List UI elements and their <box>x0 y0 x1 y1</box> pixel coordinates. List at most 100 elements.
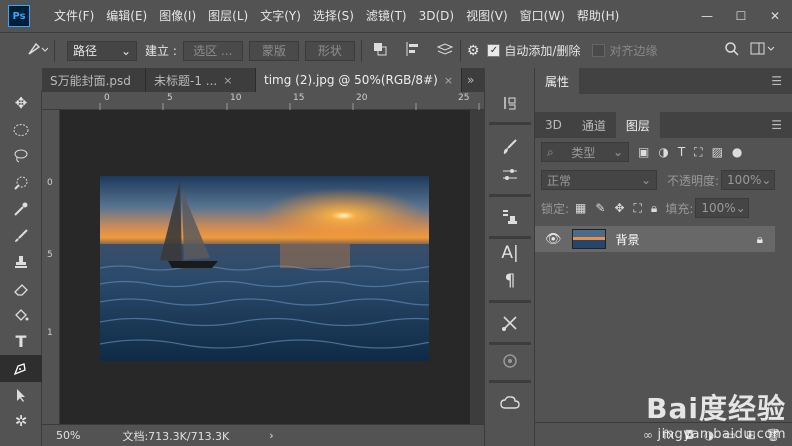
tab-properties[interactable]: 属性 <box>535 68 580 94</box>
shape-filter-icon[interactable]: ⛶ <box>694 145 702 160</box>
menu-view[interactable]: 视图(V) <box>460 0 514 32</box>
align-edges-checkbox[interactable] <box>592 44 606 57</box>
opacity-input[interactable]: 100% ⌄ <box>721 170 776 190</box>
character-icon[interactable]: A| <box>493 240 527 266</box>
lock-transparent-icon[interactable]: ▦ <box>575 201 586 215</box>
path-alignment-icon[interactable] <box>404 41 422 60</box>
make-selection-button[interactable]: 选区 ... <box>182 40 243 61</box>
close-icon[interactable]: × <box>444 74 453 87</box>
tool-presets-icon[interactable] <box>493 310 527 336</box>
ruler-tick-label: 1 <box>47 328 53 338</box>
tool-mode-select[interactable]: 路径 ⌄ <box>67 40 137 61</box>
creative-cloud-icon[interactable] <box>493 390 527 416</box>
menu-edit[interactable]: 编辑(E) <box>100 0 153 32</box>
lock-image-icon[interactable]: ✎ <box>595 201 605 215</box>
tab-timg-jpg[interactable]: timg (2).jpg @ 50%(RGB/8#) × <box>256 68 462 92</box>
zoom-level[interactable]: 50% <box>56 429 80 442</box>
menu-help[interactable]: 帮助(H) <box>571 0 625 32</box>
menu-3d[interactable]: 3D(D) <box>413 0 460 32</box>
tab-overflow-icon[interactable]: » <box>462 68 484 92</box>
photoshop-logo: Ps <box>8 5 30 27</box>
minimize-button[interactable]: — <box>690 0 724 32</box>
panel-menu-icon[interactable]: ☰ <box>771 74 782 88</box>
tab-cover-psd[interactable]: S万能封面.psd <box>42 68 146 92</box>
clone-source-icon[interactable] <box>493 204 527 230</box>
brush-settings-icon[interactable] <box>493 134 527 160</box>
clone-stamp-tool-icon[interactable] <box>0 249 42 276</box>
close-icon[interactable]: × <box>223 74 232 87</box>
eyedropper-tool-icon[interactable] <box>0 196 42 223</box>
auto-add-delete-checkbox[interactable]: ✓ <box>487 44 501 57</box>
fill-input[interactable]: 100% ⌄ <box>695 198 750 218</box>
panel-menu-icon[interactable]: ☰ <box>771 118 782 132</box>
status-menu-arrow[interactable]: › <box>269 429 273 442</box>
tab-3d[interactable]: 3D <box>535 112 572 138</box>
tab-channels[interactable]: 通道 <box>572 112 616 138</box>
menu-file[interactable]: 文件(F) <box>48 0 100 32</box>
horizontal-ruler: 0 5 10 15 20 25 <box>42 92 484 110</box>
filter-toggle-icon[interactable]: ● <box>732 145 742 159</box>
tab-layers[interactable]: 图层 <box>615 112 660 138</box>
tool-mode-value: 路径 <box>73 44 98 58</box>
trash-icon[interactable]: 🗑︎ <box>766 428 781 442</box>
type-tool-icon[interactable]: T <box>0 329 42 356</box>
new-group-icon[interactable]: ▭ <box>724 428 735 442</box>
path-selection-tool-icon[interactable] <box>0 382 42 409</box>
artboard-lock-icon[interactable]: ⛶ <box>634 201 642 216</box>
vertical-scrollbar[interactable] <box>470 110 484 424</box>
layer-name[interactable]: 背景 <box>616 231 640 248</box>
layer-row[interactable]: 👁︎ 背景 🔒︎ <box>535 226 775 252</box>
layer-style-icon[interactable]: fx <box>663 428 674 442</box>
lock-all-icon[interactable]: 🔒︎ <box>651 201 657 216</box>
sailboat-sunset-image[interactable] <box>100 176 429 361</box>
lock-icon: 🔒︎ <box>756 231 763 246</box>
marquee-tool-icon[interactable] <box>0 117 42 144</box>
search-icon[interactable] <box>724 41 740 60</box>
gear-icon[interactable]: ⚙ <box>467 43 480 59</box>
blend-mode-select[interactable]: 正常 ⌄ <box>541 170 657 190</box>
paragraph-icon[interactable]: ¶ <box>493 268 527 294</box>
make-shape-button[interactable]: 形状 <box>304 40 355 61</box>
align-edges-option[interactable]: 对齐边缘 <box>592 42 657 59</box>
path-arrangement-icon[interactable] <box>436 41 454 60</box>
link-layers-icon[interactable]: ∞ <box>643 428 653 442</box>
brush-tool-icon[interactable] <box>0 223 42 250</box>
menu-select[interactable]: 选择(S) <box>307 0 360 32</box>
quick-selection-tool-icon[interactable] <box>0 170 42 197</box>
eye-icon[interactable]: 👁︎ <box>545 232 562 247</box>
lasso-tool-icon[interactable] <box>0 143 42 170</box>
pen-tool-icon[interactable] <box>0 355 42 382</box>
paint-bucket-tool-icon[interactable] <box>0 302 42 329</box>
auto-add-delete-option[interactable]: ✓ 自动添加/删除 <box>487 42 580 59</box>
path-operations-icon[interactable] <box>372 41 390 60</box>
ruler-tick-label: 20 <box>356 93 368 103</box>
layer-filter-select[interactable]: ⌕ 类型 ⌄ <box>541 142 629 162</box>
close-button[interactable]: ✕ <box>758 0 792 32</box>
custom-shape-tool-icon[interactable]: ✲ <box>0 408 42 435</box>
adjustment-filter-icon[interactable]: ◑ <box>658 145 668 159</box>
make-mask-button[interactable]: 蒙版 <box>248 40 299 61</box>
workspace-switcher-icon[interactable] <box>750 41 776 60</box>
history-icon[interactable] <box>493 90 527 116</box>
libraries-icon[interactable] <box>493 348 527 374</box>
type-filter-icon[interactable]: T <box>678 145 685 159</box>
move-tool-icon[interactable]: ✥ <box>0 90 42 117</box>
smart-object-filter-icon[interactable]: ▨ <box>712 145 723 159</box>
menu-image[interactable]: 图像(I) <box>153 0 202 32</box>
adjustments-icon[interactable] <box>493 162 527 188</box>
separator <box>489 236 531 239</box>
tab-untitled[interactable]: 未标题-1 ... × <box>146 68 256 92</box>
image-filter-icon[interactable]: ▣ <box>638 145 649 159</box>
pen-tool-preset-icon[interactable] <box>26 41 49 60</box>
maximize-button[interactable]: ☐ <box>724 0 758 32</box>
new-layer-icon[interactable]: ⊞ <box>746 428 756 442</box>
menu-layer[interactable]: 图层(L) <box>202 0 254 32</box>
menu-window[interactable]: 窗口(W) <box>514 0 571 32</box>
lock-position-icon[interactable]: ✥ <box>614 201 624 215</box>
menu-type[interactable]: 文字(Y) <box>254 0 307 32</box>
ruler-tick-label: 5 <box>47 250 53 260</box>
add-mask-icon[interactable]: ◘ <box>684 428 694 442</box>
eraser-tool-icon[interactable] <box>0 276 42 303</box>
adjustment-layer-icon[interactable]: ◑ <box>704 428 714 442</box>
menu-filter[interactable]: 滤镜(T) <box>360 0 413 32</box>
